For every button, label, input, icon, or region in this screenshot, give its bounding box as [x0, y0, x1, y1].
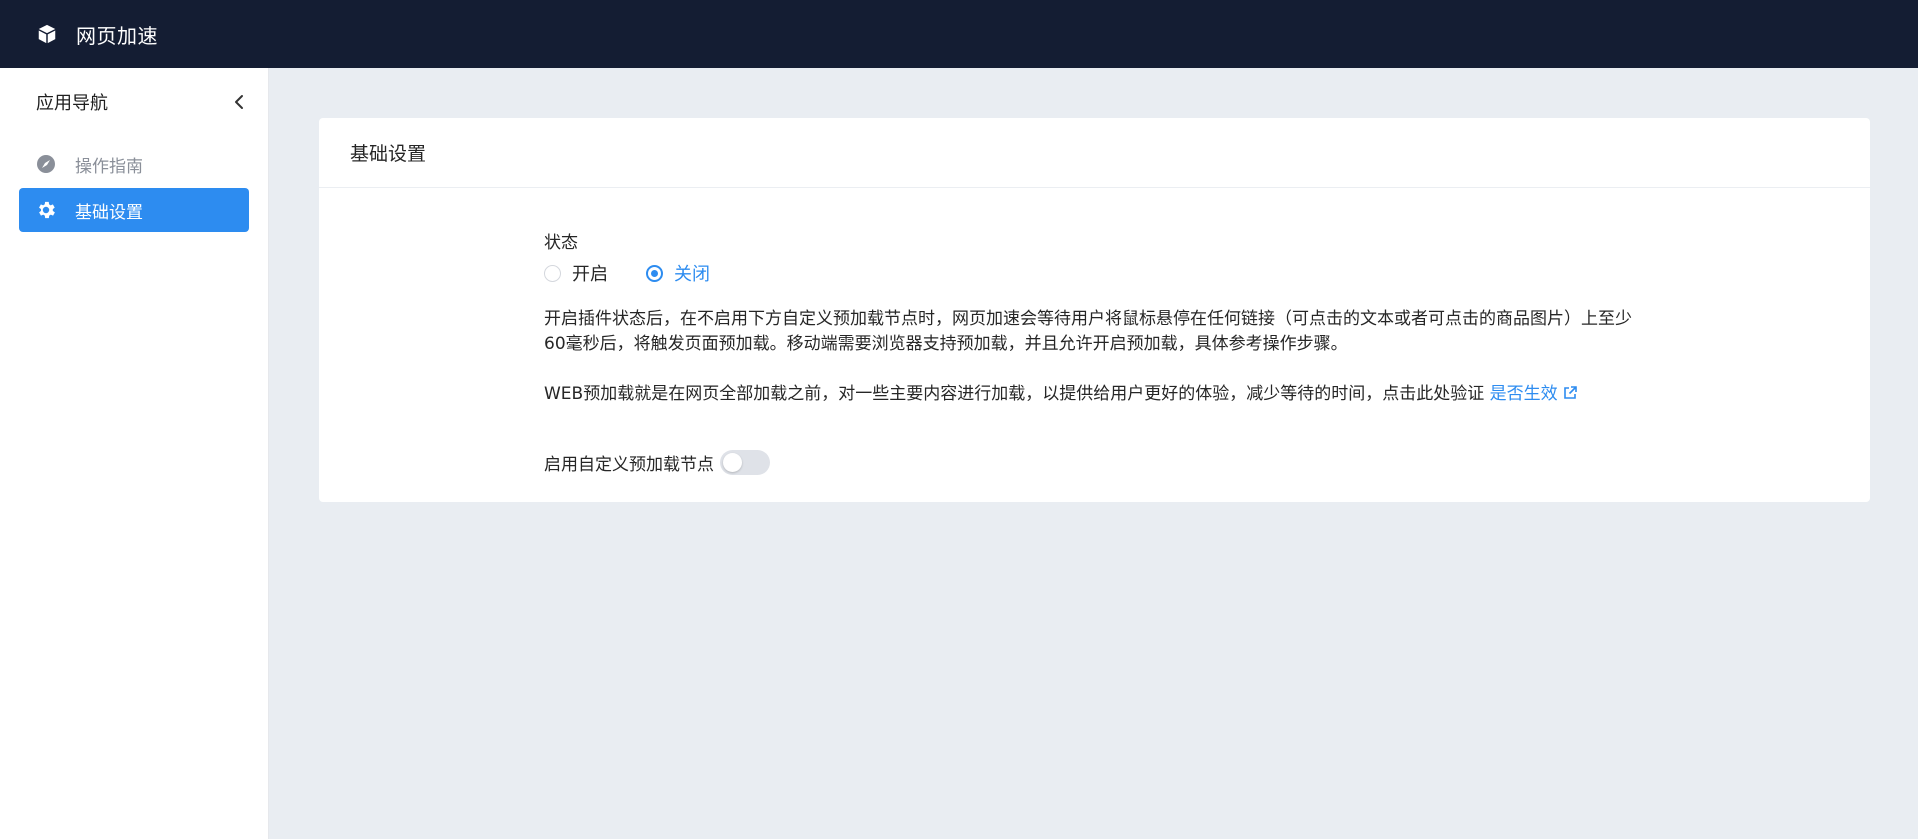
external-link-icon [1562, 384, 1578, 409]
cube-icon [34, 21, 60, 47]
sidebar: 应用导航 操作指南 基础设置 [0, 68, 269, 839]
description-text-2-body: WEB预加载就是在网页全部加载之前，对一些主要内容进行加载，以提供给用户更好的体… [544, 384, 1485, 404]
description-text-2: WEB预加载就是在网页全部加载之前，对一些主要内容进行加载，以提供给用户更好的体… [544, 382, 1634, 409]
status-label: 状态 [544, 233, 578, 253]
radio-circle[interactable] [544, 264, 561, 282]
radio-off[interactable]: 关闭 [646, 260, 710, 286]
card-title: 基础设置 [319, 118, 1870, 188]
compass-icon [35, 153, 57, 175]
sidebar-item-label: 操作指南 [75, 156, 143, 177]
radio-label: 关闭 [674, 264, 710, 285]
custom-node-label: 启用自定义预加载节点 [544, 455, 714, 475]
toggle-knob [723, 453, 742, 472]
radio-label: 开启 [572, 264, 608, 285]
radio-circle[interactable] [646, 264, 663, 282]
sidebar-title: 应用导航 [36, 93, 108, 114]
description-text: 开启插件状态后，在不启用下方自定义预加载节点时，网页加速会等待用户将鼠标悬停在任… [544, 309, 1632, 354]
chevron-left-icon[interactable] [228, 91, 250, 113]
status-radio-group: 开启 关闭 [544, 260, 748, 286]
verify-link-label: 是否生效 [1489, 384, 1558, 404]
verify-link[interactable]: 是否生效 [1490, 384, 1578, 404]
app-title: 网页加速 [76, 23, 158, 48]
gear-icon [35, 199, 57, 221]
custom-node-toggle[interactable] [720, 450, 770, 475]
sidebar-item-label: 基础设置 [75, 202, 143, 223]
sidebar-header: 应用导航 [0, 68, 268, 136]
sidebar-item-guide[interactable]: 操作指南 [19, 142, 249, 186]
radio-on[interactable]: 开启 [544, 260, 608, 286]
settings-card: 基础设置 状态 开启 关闭 开启插件状态后，在不启用下方自定义预加载节点时，网页… [319, 118, 1870, 502]
sidebar-item-basic-settings[interactable]: 基础设置 [19, 188, 249, 232]
top-bar: 网页加速 [0, 0, 1918, 68]
custom-node-row: 启用自定义预加载节点 [544, 450, 770, 475]
